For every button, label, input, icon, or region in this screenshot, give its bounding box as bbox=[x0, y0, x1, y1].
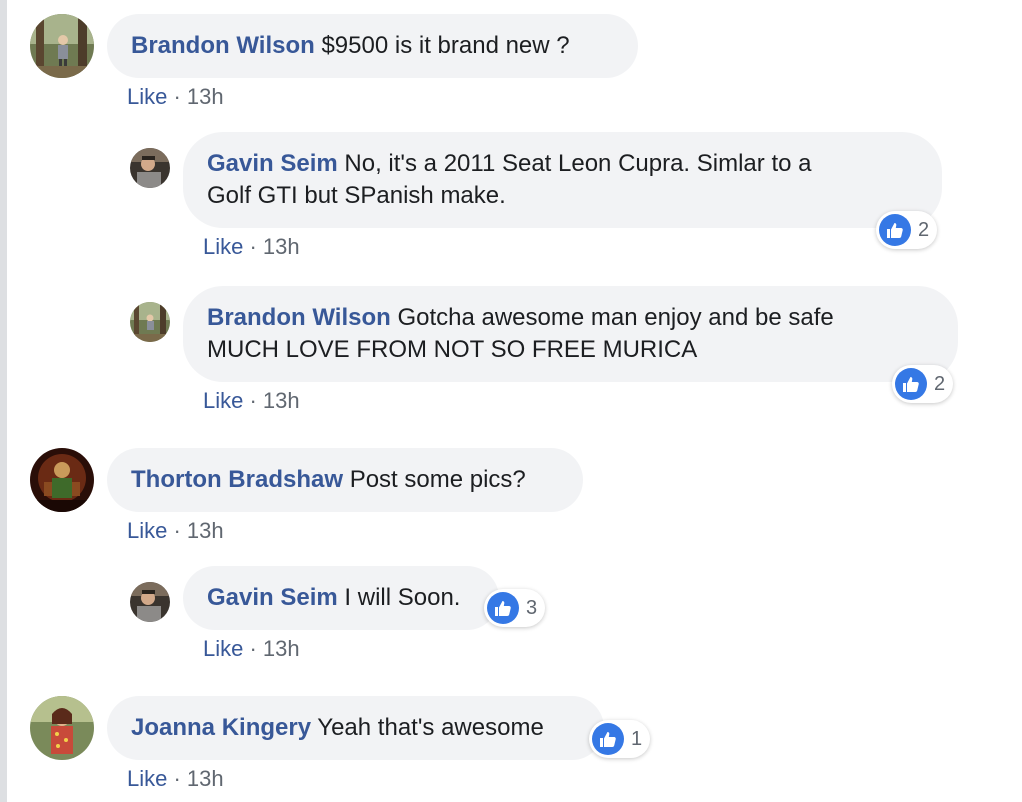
comment-text-line-2: MUCH LOVE FROM NOT SO FREE MURICA bbox=[207, 336, 698, 363]
thumbs-up-icon bbox=[895, 368, 927, 400]
avatar[interactable] bbox=[30, 14, 94, 78]
reaction-summary[interactable]: 2 bbox=[892, 365, 954, 403]
comment-bubble: Brandon Wilson Gotcha awesome man enjoy … bbox=[183, 286, 958, 382]
comment-bubble: Gavin Seim I will Soon. bbox=[183, 566, 499, 630]
comment-author[interactable]: Joanna Kingery bbox=[131, 714, 311, 741]
comment-author[interactable]: Gavin Seim bbox=[207, 150, 338, 177]
reaction-count: 2 bbox=[918, 218, 930, 241]
timestamp[interactable]: 13h bbox=[263, 234, 300, 259]
reaction-count: 3 bbox=[526, 596, 538, 619]
thumbs-up-icon bbox=[487, 592, 519, 624]
comment-text: I will Soon. bbox=[344, 584, 461, 611]
comment-author[interactable]: Gavin Seim bbox=[207, 584, 338, 611]
timestamp[interactable]: 13h bbox=[187, 84, 224, 109]
like-link[interactable]: Like bbox=[127, 84, 167, 109]
comment-text-line-1: Gotcha awesome man enjoy and be safe bbox=[397, 304, 834, 331]
comment-bubble: Joanna Kingery Yeah that's awesome bbox=[107, 696, 604, 760]
comment-meta: Like · 13h bbox=[127, 84, 224, 110]
separator: · bbox=[243, 388, 263, 413]
like-link[interactable]: Like bbox=[127, 766, 167, 791]
comment-meta: Like · 13h bbox=[203, 234, 300, 260]
separator: · bbox=[167, 518, 187, 543]
comment-meta: Like · 13h bbox=[127, 518, 224, 544]
comment-text-line-1: No, it's a 2011 Seat Leon Cupra. Simlar … bbox=[344, 150, 812, 177]
comment-meta: Like · 13h bbox=[203, 636, 300, 662]
like-link[interactable]: Like bbox=[127, 518, 167, 543]
avatar[interactable] bbox=[30, 448, 94, 512]
comment-author[interactable]: Brandon Wilson bbox=[131, 32, 315, 59]
avatar[interactable] bbox=[30, 696, 94, 760]
separator: · bbox=[243, 234, 263, 259]
comment-author[interactable]: Thorton Bradshaw bbox=[131, 466, 343, 493]
thumbs-up-icon bbox=[592, 723, 624, 755]
comment-meta: Like · 13h bbox=[127, 766, 224, 792]
avatar[interactable] bbox=[130, 148, 170, 188]
like-link[interactable]: Like bbox=[203, 234, 243, 259]
comment-author[interactable]: Brandon Wilson bbox=[207, 304, 391, 331]
comment-text: Yeah that's awesome bbox=[317, 714, 544, 741]
comment-bubble: Brandon Wilson $9500 is it brand new ? bbox=[107, 14, 638, 78]
timestamp[interactable]: 13h bbox=[263, 388, 300, 413]
reaction-summary[interactable]: 1 bbox=[589, 720, 651, 758]
comment-text-line-2: Golf GTI but SPanish make. bbox=[207, 182, 506, 209]
like-link[interactable]: Like bbox=[203, 636, 243, 661]
avatar[interactable] bbox=[130, 302, 170, 342]
reaction-summary[interactable]: 3 bbox=[484, 589, 546, 627]
separator: · bbox=[167, 84, 187, 109]
timestamp[interactable]: 13h bbox=[263, 636, 300, 661]
thumbs-up-icon bbox=[879, 214, 911, 246]
timestamp[interactable]: 13h bbox=[187, 518, 224, 543]
like-link[interactable]: Like bbox=[203, 388, 243, 413]
reaction-count: 2 bbox=[934, 372, 946, 395]
timestamp[interactable]: 13h bbox=[187, 766, 224, 791]
comment-bubble: Thorton Bradshaw Post some pics? bbox=[107, 448, 583, 512]
reaction-count: 1 bbox=[631, 727, 643, 750]
comment-text: $9500 is it brand new ? bbox=[321, 32, 570, 59]
comment-bubble: Gavin Seim No, it's a 2011 Seat Leon Cup… bbox=[183, 132, 942, 228]
comment-meta: Like · 13h bbox=[203, 388, 300, 414]
thread-left-border bbox=[0, 0, 7, 802]
comment-text: Post some pics? bbox=[349, 466, 526, 493]
reaction-summary[interactable]: 2 bbox=[876, 211, 938, 249]
separator: · bbox=[243, 636, 263, 661]
separator: · bbox=[167, 766, 187, 791]
avatar[interactable] bbox=[130, 582, 170, 622]
